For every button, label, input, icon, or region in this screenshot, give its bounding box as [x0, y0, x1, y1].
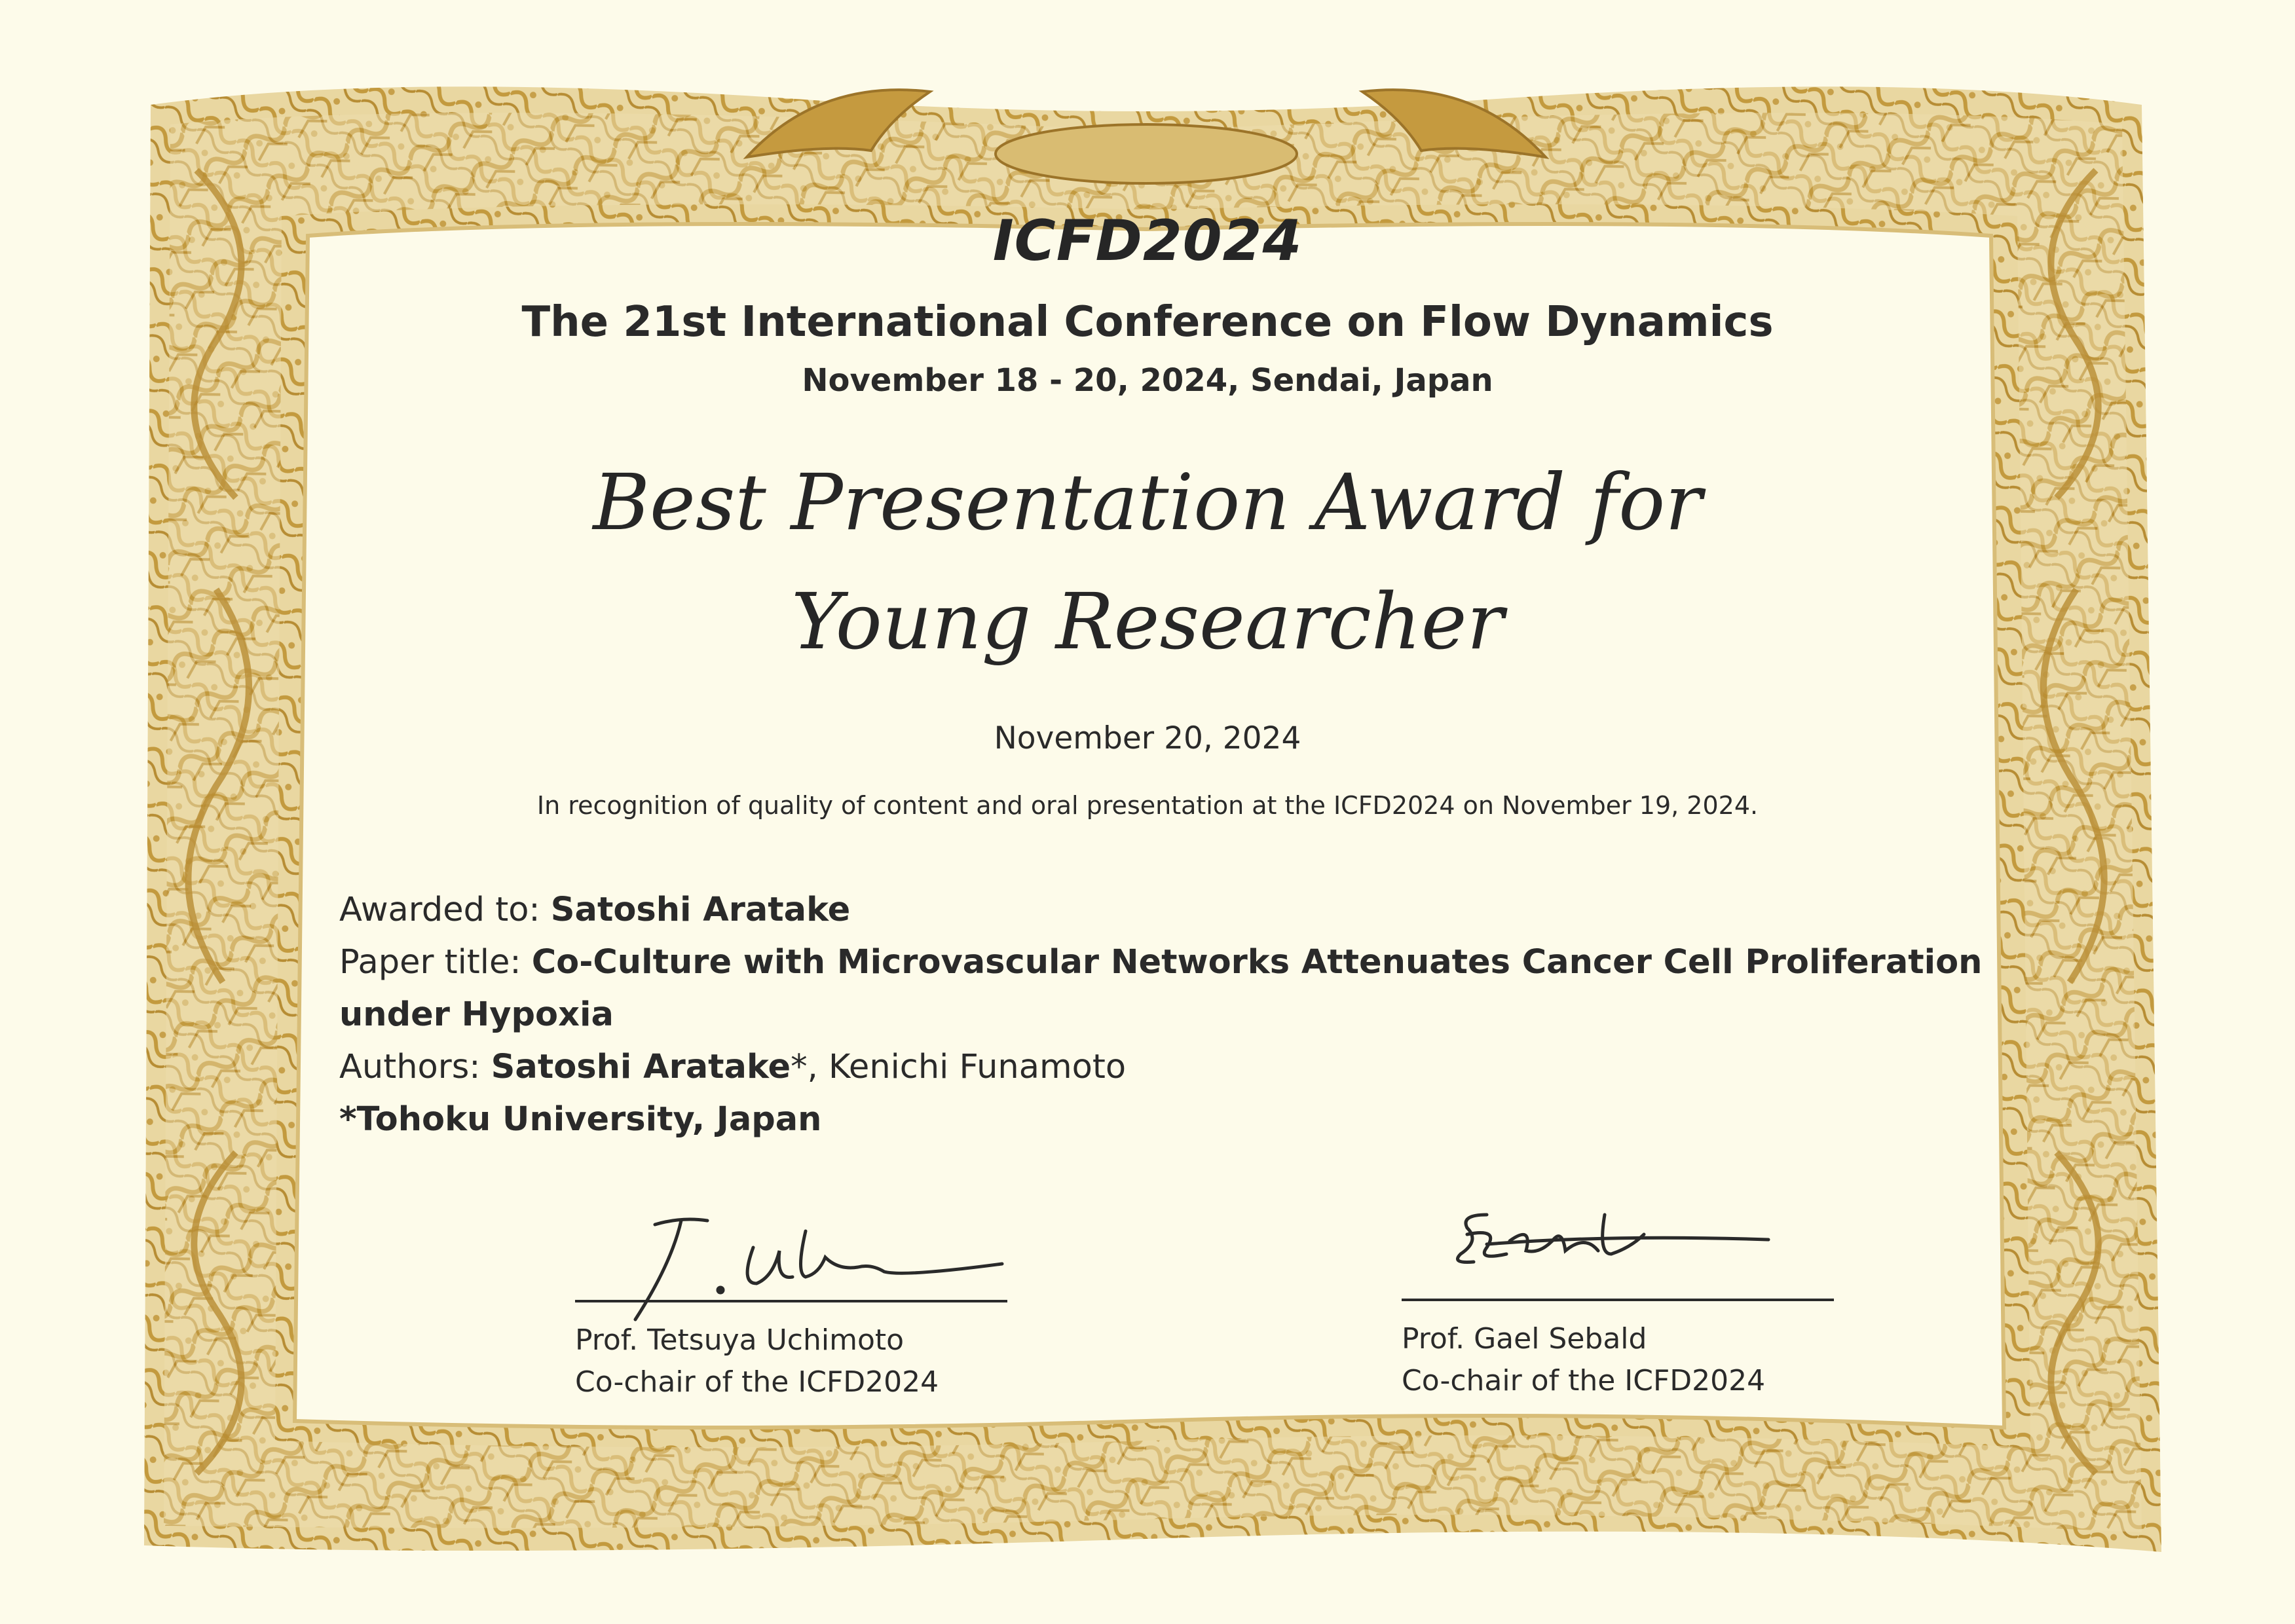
award-details: Awarded to: Satoshi Aratake Paper title:… — [339, 884, 1982, 1146]
award-date: November 20, 2024 — [994, 720, 1301, 756]
awarded-to-label: Awarded to: — [339, 891, 551, 929]
paper-title-line2: under Hypoxia — [339, 995, 614, 1034]
signatory-left-role: Co-chair of the ICFD2024 — [575, 1365, 939, 1399]
award-title-line2: Young Researcher — [791, 576, 1504, 667]
signatory-right-name: Prof. Gael Sebald — [1402, 1322, 1647, 1356]
signatory-right-role: Co-chair of the ICFD2024 — [1402, 1364, 1766, 1397]
authors-row: Authors: Satoshi Aratake*, Kenichi Funam… — [339, 1041, 1977, 1094]
conference-code: ICFD2024 — [992, 208, 1303, 274]
paper-title-row: Paper title: Co-Culture with Microvascul… — [339, 936, 1982, 989]
recognition-statement: In recognition of quality of content and… — [536, 791, 1759, 820]
author-main: Satoshi Aratake — [491, 1048, 791, 1086]
conference-dates-place: November 18 - 20, 2024, Sendai, Japan — [802, 362, 1493, 399]
authors-label: Authors: — [339, 1048, 491, 1086]
signature-uchimoto — [633, 1217, 1004, 1321]
signature-line-right — [1402, 1299, 1834, 1301]
signatory-left-name: Prof. Tetsuya Uchimoto — [575, 1323, 905, 1357]
certificate-content: ICFD2024 The 21st International Conferen… — [0, 0, 2295, 1624]
author-main-mark: * — [791, 1048, 808, 1086]
paper-title-label: Paper title: — [339, 943, 532, 982]
signature-line-left — [575, 1300, 1007, 1302]
affiliation-row: *Tohoku University, Japan — [339, 1094, 1977, 1146]
signature-sebald — [1456, 1213, 1770, 1264]
award-title-line1: Best Presentation Award for — [593, 457, 1702, 547]
conference-name: The 21st International Conference on Flo… — [521, 298, 1774, 346]
awardee-name: Satoshi Aratake — [550, 891, 851, 929]
awarded-to-row: Awarded to: Satoshi Aratake — [339, 884, 1977, 936]
affiliation: *Tohoku University, Japan — [339, 1100, 822, 1139]
paper-title-row-2: under Hypoxia — [339, 989, 1977, 1041]
paper-title-line1: Co-Culture with Microvascular Networks A… — [531, 943, 1983, 982]
author-other: , Kenichi Funamoto — [807, 1048, 1127, 1086]
